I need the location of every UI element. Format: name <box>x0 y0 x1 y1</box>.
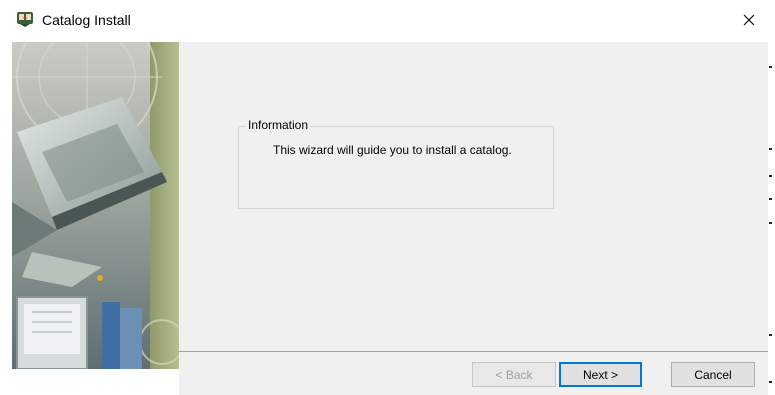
close-button[interactable] <box>730 0 768 40</box>
information-groupbox: Information This wizard will guide you t… <box>238 118 554 209</box>
catalog-app-icon <box>17 12 33 27</box>
background-window-edge <box>768 0 775 395</box>
close-icon <box>743 14 755 26</box>
information-text: This wizard will guide you to install a … <box>273 143 512 157</box>
groupbox-legend: Information <box>246 118 311 132</box>
title-bar[interactable]: Catalog Install <box>0 0 768 40</box>
cancel-button[interactable]: Cancel <box>671 362 755 387</box>
back-button[interactable]: < Back <box>472 362 556 387</box>
wizard-side-artwork <box>12 42 179 369</box>
wizard-content-area: Information This wizard will guide you t… <box>179 42 768 351</box>
window-title: Catalog Install <box>42 12 131 28</box>
catalog-install-dialog: Catalog Install Information This wizard … <box>0 0 768 395</box>
next-button[interactable]: Next > <box>559 362 642 387</box>
